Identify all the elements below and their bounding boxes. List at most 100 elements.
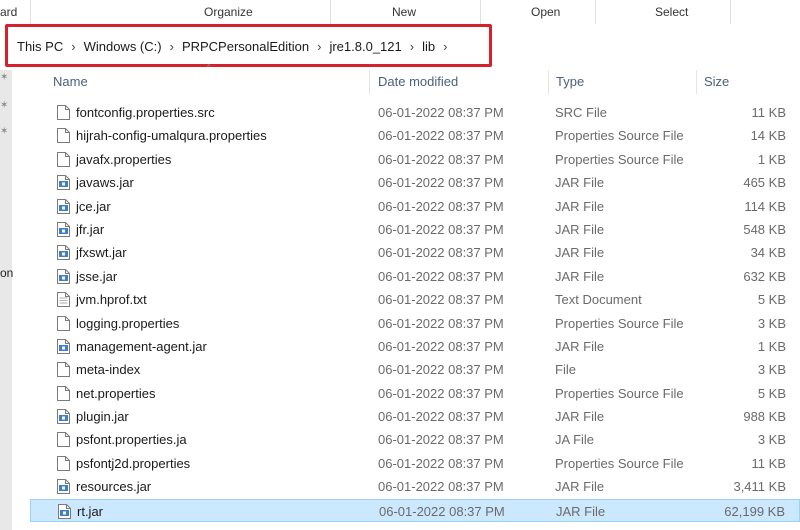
file-size: 14 KB [750,128,786,144]
file-type: JAR File [555,409,605,425]
ribbon-open[interactable]: Open [531,0,560,24]
file-size: 5 KB [757,385,786,401]
column-divider[interactable] [548,70,549,94]
table-row[interactable]: logging.properties 06-01-2022 08:37 PM Pro… [30,312,800,335]
table-row[interactable]: management-agent.jar 06-01-2022 08:37 PM J… [30,335,800,358]
file-size: 62,199 KB [724,503,785,519]
table-row[interactable]: jce.jar 06-01-2022 08:37 PM JAR File 114 KB [30,195,800,218]
document-icon [57,128,70,144]
navigation-item-truncated[interactable]: on [0,266,13,280]
column-name[interactable]: Name [53,70,88,94]
chevron-right-icon[interactable]: › [317,39,321,54]
pin-icon[interactable]: ✶ [0,100,8,111]
pin-icon[interactable]: ✶ [0,72,8,83]
jar-icon [57,221,70,237]
file-date-modified: 06-01-2022 08:37 PM [378,338,504,354]
breadcrumb-jre[interactable]: jre1.8.0_121 [329,39,401,54]
file-name: plugin.jar [76,409,129,425]
breadcrumb[interactable]: This PC › Windows (C:) › PRPCPersonalEdi… [17,36,455,56]
file-date-modified: 06-01-2022 08:37 PM [378,245,504,261]
file-date-modified: 06-01-2022 08:37 PM [378,455,504,471]
file-size: 3 KB [757,315,786,331]
document-icon [57,432,70,448]
table-row[interactable]: psfont.properties.ja 06-01-2022 08:37 PM J… [30,428,800,451]
file-date-modified: 06-01-2022 08:37 PM [378,105,504,120]
column-date-modified[interactable]: Date modified [378,70,458,94]
ribbon-divider [330,0,331,24]
file-type: JAR File [555,198,605,214]
file-size: 11 KB [751,455,786,471]
chevron-right-icon[interactable]: › [170,39,174,54]
file-name: net.properties [76,385,156,401]
column-divider[interactable] [369,70,370,94]
file-name: logging.properties [76,315,180,331]
file-date-modified: 06-01-2022 08:37 PM [378,292,504,308]
file-size: 1 KB [757,151,786,167]
document-icon [57,455,70,471]
file-size: 3 KB [757,432,786,448]
table-row[interactable]: jvm.hprof.txt 06-01-2022 08:37 PM Text Doc… [30,288,800,311]
table-row[interactable]: plugin.jar 06-01-2022 08:37 PM JAR File 988… [30,405,800,428]
breadcrumb-this-pc[interactable]: This PC [17,39,63,54]
column-type[interactable]: Type [556,70,584,94]
file-size: 988 KB [743,409,786,425]
file-size: 34 KB [750,245,786,261]
chevron-right-icon[interactable]: › [71,39,75,54]
file-size: 3,411 KB [733,479,786,495]
jar-icon [57,175,70,191]
ribbon-new[interactable]: New [392,0,416,24]
table-row[interactable]: jsse.jar 06-01-2022 08:37 PM JAR File 632 K… [30,265,800,288]
jar-icon [57,198,70,214]
breadcrumb-windows-c[interactable]: Windows (C:) [84,39,162,54]
file-size: 465 KB [743,175,786,191]
table-row[interactable]: jfr.jar 06-01-2022 08:37 PM JAR File 548 KB [30,218,800,241]
column-divider[interactable] [696,70,697,94]
breadcrumb-lib[interactable]: lib [422,39,435,54]
file-date-modified: 06-01-2022 08:37 PM [378,432,504,448]
file-list: fontconfig.properties.src 06-01-2022 08:3… [30,101,800,523]
column-header: Name Date modified Type Size [30,70,800,94]
table-row[interactable]: hijrah-config-umalqura.properties 06-01-2… [30,124,800,147]
table-row[interactable]: jfxswt.jar 06-01-2022 08:37 PM JAR File 34 … [30,241,800,264]
chevron-right-icon[interactable]: › [410,39,414,54]
table-row[interactable]: fontconfig.properties.src 06-01-2022 08:3… [30,101,800,124]
file-name: jsse.jar [76,268,118,284]
chevron-right-icon[interactable]: › [443,39,447,54]
column-size[interactable]: Size [704,70,729,94]
jar-icon [57,479,70,495]
table-row[interactable]: resources.jar 06-01-2022 08:37 PM JAR File… [30,475,800,498]
ribbon-divider [730,0,731,24]
table-row[interactable]: net.properties 06-01-2022 08:37 PM Propert… [30,382,800,405]
file-name: jvm.hprof.txt [76,292,147,308]
ribbon-select[interactable]: Select [655,0,688,24]
file-type: JAR File [555,221,605,237]
file-name: javafx.properties [76,151,172,167]
file-date-modified: 06-01-2022 08:37 PM [378,198,504,214]
file-type: JAR File [555,268,605,284]
file-name: jfr.jar [76,221,105,237]
file-type: JAR File [555,245,605,261]
table-row[interactable]: javafx.properties 06-01-2022 08:37 PM Prop… [30,148,800,171]
file-type: JAR File [556,503,606,519]
file-date-modified: 06-01-2022 08:37 PM [378,175,504,191]
table-row[interactable]: meta-index 06-01-2022 08:37 PM File 3 KB [30,358,800,381]
file-date-modified: 06-01-2022 08:37 PM [378,479,504,495]
file-type: Text Document [555,292,642,308]
table-row[interactable]: javaws.jar 06-01-2022 08:37 PM JAR File 465… [30,171,800,194]
pin-icon[interactable]: ✶ [0,126,8,137]
file-date-modified: 06-01-2022 08:37 PM [378,315,504,331]
file-size: 632 KB [743,268,786,284]
file-date-modified: 06-01-2022 08:37 PM [378,268,504,284]
file-type: JA File [555,432,595,448]
table-row[interactable]: psfontj2d.properties 06-01-2022 08:37 PM P… [30,452,800,475]
file-date-modified: 06-01-2022 08:37 PM [378,385,504,401]
file-date-modified: 06-01-2022 08:37 PM [378,362,504,378]
ribbon-truncated-label[interactable]: ard [0,0,17,24]
table-row-selected[interactable]: rt.jar 06-01-2022 08:37 PM JAR File 62,199 … [30,498,800,523]
breadcrumb-prpc[interactable]: PRPCPersonalEdition [182,39,309,54]
file-name: psfontj2d.properties [76,455,191,471]
ribbon-organize[interactable]: Organize [204,0,253,24]
document-icon [57,315,70,331]
file-size: 114 KB [744,198,786,214]
file-type: Properties Source File [555,385,684,401]
